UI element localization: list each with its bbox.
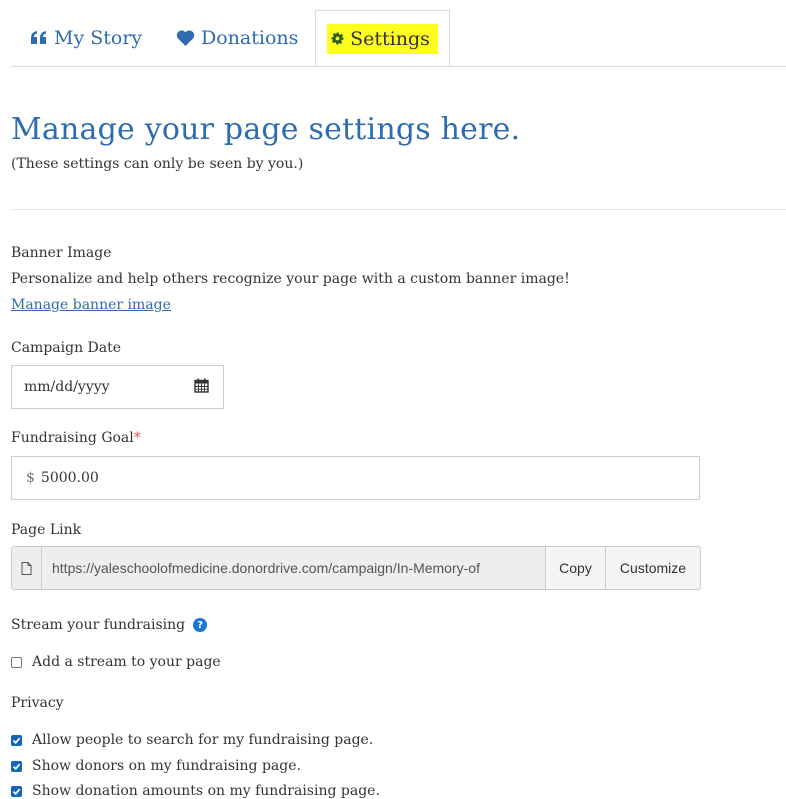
copy-button[interactable]: Copy <box>546 546 606 590</box>
page-link-label: Page Link <box>11 522 82 538</box>
privacy-label: Privacy <box>11 695 64 711</box>
privacy-donors-checkbox[interactable] <box>11 760 22 772</box>
privacy-option-donors[interactable]: Show donors on my fundraising page. <box>11 758 301 774</box>
tab-settings-label: Settings <box>350 27 430 50</box>
banner-description: Personalize and help others recognize yo… <box>11 271 570 287</box>
stream-label: Stream your fundraising ? <box>11 617 208 633</box>
calendar-icon[interactable] <box>194 378 209 397</box>
manage-banner-link[interactable]: Manage banner image <box>11 297 171 313</box>
required-marker: * <box>133 430 141 446</box>
stream-checkbox[interactable] <box>11 656 22 668</box>
quote-icon <box>31 31 48 45</box>
tab-donations-label: Donations <box>201 27 299 49</box>
heart-icon <box>176 30 195 46</box>
section-divider <box>11 209 786 210</box>
tab-my-story-label: My Story <box>54 27 143 49</box>
privacy-option-amounts[interactable]: Show donation amounts on my fundraising … <box>11 783 380 799</box>
gear-icon <box>331 32 344 45</box>
fundraising-goal-value: 5000.00 <box>40 470 99 486</box>
privacy-search-checkbox[interactable] <box>11 734 22 746</box>
tab-divider <box>11 66 786 67</box>
stream-option[interactable]: Add a stream to your page <box>11 654 221 670</box>
privacy-amounts-checkbox[interactable] <box>11 785 22 797</box>
page-link-group: https://yaleschoolofmedicine.donordrive.… <box>11 546 701 590</box>
file-icon <box>11 546 41 590</box>
page-subtitle: (These settings can only be seen by you.… <box>11 156 304 172</box>
stream-checkbox-label: Add a stream to your page <box>32 654 221 670</box>
fundraising-goal-input[interactable]: $ 5000.00 <box>11 456 700 500</box>
tab-donations[interactable]: Donations <box>176 10 298 66</box>
privacy-search-label: Allow people to search for my fundraisin… <box>32 732 374 748</box>
currency-symbol: $ <box>26 470 35 486</box>
tab-my-story[interactable]: My Story <box>31 10 142 66</box>
privacy-amounts-label: Show donation amounts on my fundraising … <box>32 783 380 799</box>
campaign-date-placeholder: mm/dd/yyyy <box>24 379 110 395</box>
fundraising-goal-label-text: Fundraising Goal <box>11 430 134 446</box>
stream-label-text: Stream your fundraising <box>11 617 186 633</box>
check-icon <box>12 788 21 795</box>
customize-button[interactable]: Customize <box>606 546 701 590</box>
page-link-url[interactable]: https://yaleschoolofmedicine.donordrive.… <box>41 546 546 590</box>
page-title: Manage your page settings here. <box>11 112 521 147</box>
check-icon <box>12 763 21 770</box>
help-icon[interactable]: ? <box>193 618 208 632</box>
privacy-option-search[interactable]: Allow people to search for my fundraisin… <box>11 732 373 748</box>
tab-settings[interactable]: Settings <box>315 10 450 67</box>
fundraising-goal-label: Fundraising Goal* <box>11 430 141 446</box>
campaign-date-input[interactable]: mm/dd/yyyy <box>11 365 224 409</box>
campaign-date-label: Campaign Date <box>11 340 122 356</box>
privacy-donors-label: Show donors on my fundraising page. <box>32 758 301 774</box>
check-icon <box>12 737 21 744</box>
banner-label: Banner Image <box>11 245 112 261</box>
